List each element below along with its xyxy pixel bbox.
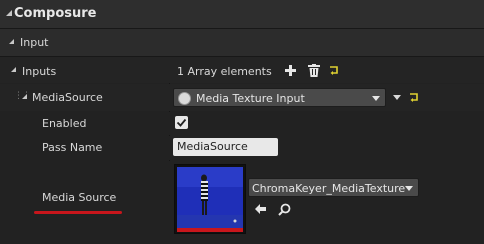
chevron-down-icon — [372, 96, 380, 101]
browse-asset-icon[interactable] — [278, 203, 291, 216]
enabled-row: Enabled — [0, 112, 484, 135]
expand-arrow-icon[interactable] — [9, 39, 14, 44]
checkmark-icon — [176, 118, 187, 127]
input-subcategory-header[interactable]: Input — [0, 29, 484, 57]
expand-arrow-icon[interactable] — [6, 10, 12, 16]
subcategory-title: Input — [20, 36, 49, 49]
array-count-text: 1 Array elements — [177, 65, 272, 78]
trash-icon[interactable] — [308, 64, 320, 77]
composure-category-header[interactable]: Composure — [0, 0, 484, 29]
inputs-label: Inputs — [22, 65, 57, 78]
media-source-row: Media Source ChromaKeyer_MediaTexture — [0, 161, 484, 244]
reset-to-default-icon[interactable] — [329, 66, 339, 75]
reset-to-default-icon[interactable] — [409, 93, 419, 102]
pass-name-input[interactable]: MediaSource — [173, 138, 278, 156]
category-title: Composure — [14, 6, 97, 21]
pass-name-row: Pass Name MediaSource — [0, 136, 484, 160]
chevron-down-icon — [405, 186, 413, 191]
media-source-element-label: MediaSource — [32, 91, 103, 104]
media-texture-thumbnail[interactable] — [174, 164, 246, 234]
media-source-element-row: ⋮⋮ MediaSource Media Texture Input — [0, 84, 484, 111]
options-dropdown-icon[interactable] — [393, 95, 401, 100]
expand-arrow-icon[interactable] — [11, 67, 16, 72]
use-selected-asset-icon[interactable] — [254, 203, 267, 215]
circle-icon — [178, 92, 191, 105]
expand-arrow-icon[interactable] — [22, 94, 27, 99]
media-texture-asset-dropdown[interactable]: ChromaKeyer_MediaTexture — [248, 178, 419, 197]
media-texture-asset-value: ChromaKeyer_MediaTexture — [252, 182, 406, 195]
input-type-dropdown[interactable]: Media Texture Input — [173, 88, 386, 107]
red-underline-annotation — [34, 211, 122, 214]
pass-name-label: Pass Name — [42, 141, 103, 154]
inputs-row: Inputs 1 Array elements — [0, 57, 484, 83]
add-element-icon[interactable] — [285, 65, 296, 76]
input-type-value: Media Texture Input — [196, 92, 305, 105]
media-source-label: Media Source — [42, 191, 117, 204]
enabled-label: Enabled — [42, 117, 87, 130]
thumbnail-image — [177, 167, 243, 232]
enabled-checkbox[interactable] — [175, 116, 188, 129]
